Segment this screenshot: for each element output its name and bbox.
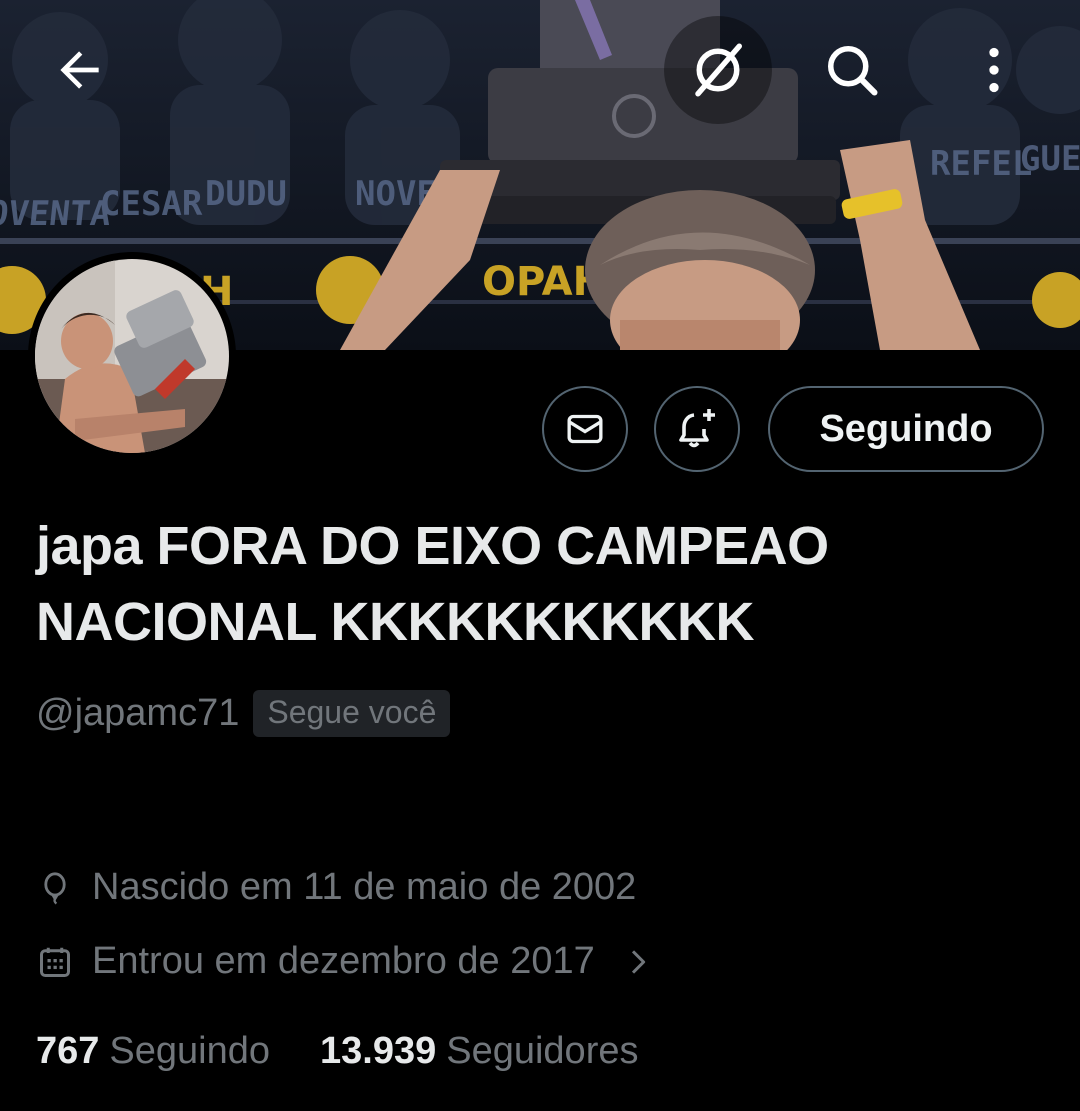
following-count: 767 bbox=[36, 1030, 100, 1072]
message-button[interactable] bbox=[542, 386, 628, 472]
user-handle: @japamc71 bbox=[36, 692, 240, 734]
notify-button[interactable] bbox=[654, 386, 740, 472]
search-button[interactable] bbox=[798, 16, 906, 124]
birth-date-text: Nascido em 11 de maio de 2002 bbox=[92, 866, 637, 908]
profile-avatar[interactable] bbox=[28, 252, 236, 460]
joined-date-text: Entrou em dezembro de 2017 bbox=[92, 940, 595, 982]
search-icon bbox=[828, 46, 878, 96]
joined-date-row[interactable]: Entrou em dezembro de 2017 bbox=[36, 940, 657, 983]
handle-row: @japamc71 Segue você bbox=[36, 690, 451, 737]
arrow-left-icon bbox=[60, 51, 99, 89]
followers-label: Seguidores bbox=[446, 1030, 639, 1072]
bell-plus-icon bbox=[679, 409, 715, 448]
calendar-icon bbox=[36, 943, 74, 981]
following-label: Seguindo bbox=[109, 1030, 270, 1072]
banner-name-5: REFEL bbox=[930, 144, 1032, 184]
follow-stats: 767 Seguindo 13.939 Seguidores bbox=[36, 1030, 638, 1073]
envelope-icon bbox=[567, 414, 603, 444]
following-stat[interactable]: 767 Seguindo bbox=[36, 1030, 270, 1073]
follows-you-badge: Segue você bbox=[253, 690, 451, 737]
banner-name-1: NOVENTA bbox=[0, 194, 113, 234]
more-options-button[interactable] bbox=[940, 16, 1048, 124]
display-name: japa FORA DO EIXO CAMPEAO NACIONAL KKKKK… bbox=[36, 516, 829, 652]
avatar-image bbox=[35, 259, 229, 453]
chevron-right-icon bbox=[619, 943, 657, 981]
balloon-icon bbox=[36, 869, 74, 907]
banner-name-2: CESAR bbox=[100, 184, 203, 224]
back-button[interactable] bbox=[26, 16, 134, 124]
banner-name-3: DUDU bbox=[205, 174, 287, 214]
grok-button[interactable] bbox=[664, 16, 772, 124]
followers-count: 13.939 bbox=[320, 1030, 437, 1072]
birth-date-row: Nascido em 11 de maio de 2002 bbox=[36, 866, 636, 909]
grok-icon bbox=[695, 43, 742, 97]
more-vertical-icon bbox=[989, 47, 999, 93]
banner-name-6: GUERR bbox=[1020, 139, 1080, 179]
followers-stat[interactable]: 13.939 Seguidores bbox=[320, 1030, 638, 1073]
following-button[interactable]: Seguindo bbox=[768, 386, 1044, 472]
